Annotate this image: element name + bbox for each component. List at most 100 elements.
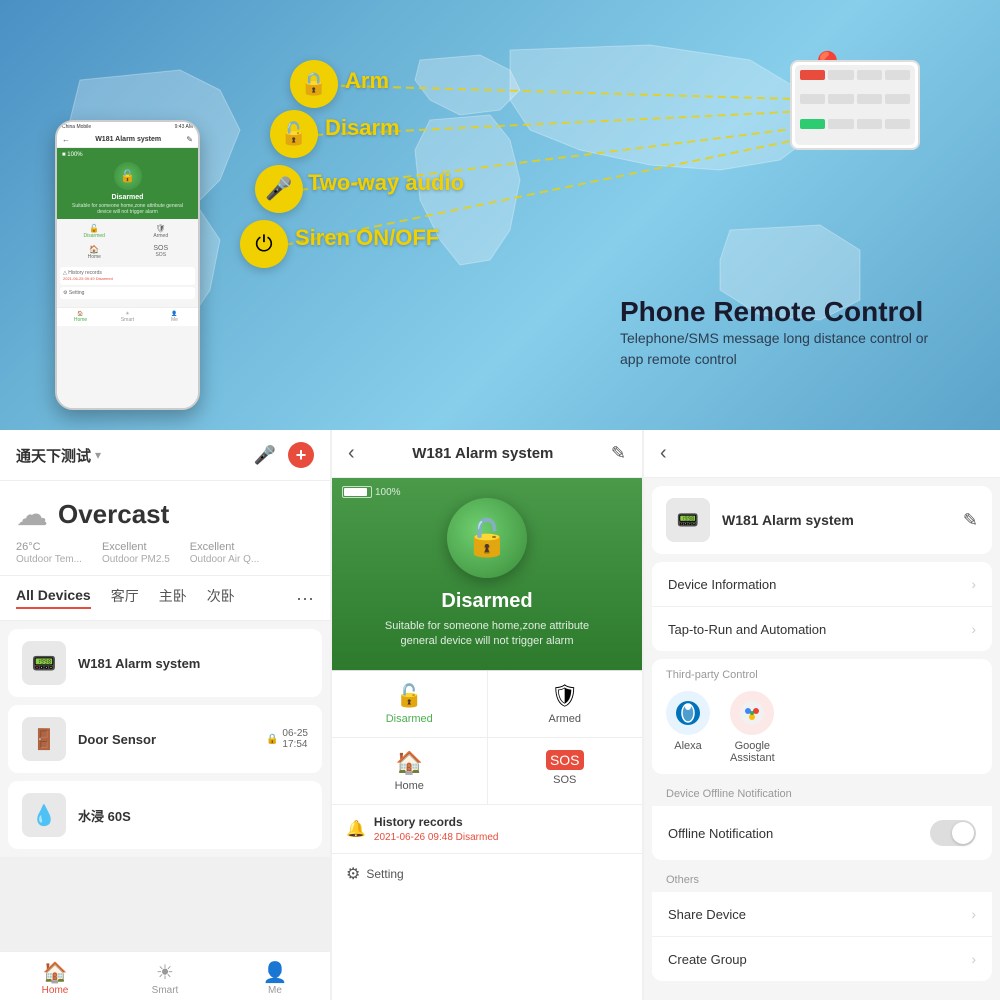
door-device-info: Door Sensor bbox=[78, 732, 254, 747]
phone-title: W181 Alarm system bbox=[95, 136, 161, 143]
offline-notification-label: Offline Notification bbox=[668, 826, 773, 841]
add-button[interactable]: + bbox=[288, 442, 314, 468]
google-assistant-icon bbox=[730, 691, 774, 735]
nav-smart[interactable]: ☀Smart bbox=[110, 960, 220, 996]
arm-label: Arm bbox=[345, 68, 389, 94]
hero-section: China Mobile9:43 AM ← W181 Alarm system … bbox=[0, 0, 1000, 430]
create-group-item[interactable]: Create Group › bbox=[652, 937, 992, 981]
app-name-chevron: ▾ bbox=[95, 448, 101, 462]
app-name-container[interactable]: 通天下测试 ▾ bbox=[16, 445, 101, 466]
third-party-section: Third-party Control Alexa bbox=[652, 659, 992, 774]
back-button-right[interactable]: ‹ bbox=[660, 442, 667, 464]
mic-icon[interactable]: 🎤 bbox=[254, 445, 276, 466]
hero-subtitle: Telephone/SMS message long distance cont… bbox=[620, 328, 940, 370]
door-device-name: Door Sensor bbox=[78, 732, 254, 747]
disarmed-ctrl-icon: 🔓 bbox=[396, 683, 423, 709]
device-info-arrow: › bbox=[971, 576, 976, 592]
phone-battery: ■ 100% 🔓 Disarmed Suitable for someone h… bbox=[57, 148, 198, 219]
siren-label: Siren ON/OFF bbox=[295, 225, 439, 251]
ctrl-sos[interactable]: SOS SOS bbox=[488, 738, 643, 804]
door-device-icon: 🚪 bbox=[22, 717, 66, 761]
notification-section: Device Offline Notification Offline Noti… bbox=[652, 782, 992, 860]
left-panel: 通天下测试 ▾ 🎤 + ☁ Overcast 26°C Outdoor Tem.… bbox=[0, 430, 330, 1000]
audio-label: Two-way audio bbox=[308, 170, 464, 196]
device-card-alarm[interactable]: 📟 W181 Alarm system bbox=[8, 629, 322, 697]
audio-icon: 🎤 bbox=[255, 165, 303, 213]
phone-header: ← W181 Alarm system ✎ bbox=[57, 132, 198, 148]
phone-history: △ History records 2021-06-25 09:49 Disar… bbox=[60, 267, 195, 285]
offline-notification-item[interactable]: Offline Notification bbox=[652, 806, 992, 860]
sos-ctrl-icon: SOS bbox=[546, 750, 584, 770]
phone-ctrl-sos: SOSSOS bbox=[129, 243, 194, 262]
disarm-icon: 🔓 bbox=[270, 110, 318, 158]
phone-setting: ⚙ Setting bbox=[60, 287, 195, 299]
share-device-item[interactable]: Share Device › bbox=[652, 892, 992, 937]
tab-all-devices[interactable]: All Devices bbox=[16, 587, 91, 609]
weather-temp: 26°C Outdoor Tem... bbox=[16, 541, 82, 565]
me-nav-icon: 👤 bbox=[220, 960, 330, 985]
weather-section: ☁ Overcast 26°C Outdoor Tem... Excellent… bbox=[0, 481, 330, 576]
water-device-info: 水浸 60S bbox=[78, 806, 308, 825]
ctrl-armed[interactable]: 🛡 Armed bbox=[488, 671, 643, 737]
setting-label: Setting bbox=[366, 867, 403, 881]
back-button-mid[interactable]: ‹ bbox=[348, 442, 355, 465]
phone-ctrl-home: 🏠Home bbox=[62, 243, 127, 262]
create-group-arrow: › bbox=[971, 951, 976, 967]
right-panel-header: ‹ bbox=[644, 430, 1000, 478]
device-info-label: Device Information bbox=[668, 577, 776, 592]
alarm-setting[interactable]: ⚙ Setting bbox=[332, 853, 642, 894]
weather-label: Overcast bbox=[58, 499, 169, 530]
device-list: 📟 W181 Alarm system 🚪 Door Sensor 🔒06-25… bbox=[0, 621, 330, 857]
device-image bbox=[790, 60, 920, 150]
phone-ctrl-disarmed: 🔓Disarmed bbox=[62, 222, 127, 241]
device-info-edit-icon[interactable]: ✎ bbox=[963, 510, 978, 531]
ctrl-disarmed[interactable]: 🔓 Disarmed bbox=[332, 671, 487, 737]
alexa-icon bbox=[666, 691, 710, 735]
alarm-circle: 🔓 bbox=[447, 498, 527, 578]
battery-label: 100% bbox=[375, 487, 401, 498]
more-rooms-icon[interactable]: ··· bbox=[296, 588, 314, 609]
ctrl-home[interactable]: 🏠 Home bbox=[332, 738, 487, 804]
battery-bar bbox=[342, 486, 372, 498]
nav-me[interactable]: 👤Me bbox=[220, 960, 330, 996]
google-assistant-item[interactable]: GoogleAssistant bbox=[730, 691, 775, 764]
settings-item-automation[interactable]: Tap-to-Run and Automation › bbox=[652, 607, 992, 651]
others-header: Others bbox=[652, 868, 992, 892]
history-time: 2021-06-26 09:48 Disarmed bbox=[374, 832, 499, 843]
edit-button-mid[interactable]: ✎ bbox=[611, 443, 626, 464]
alarm-history[interactable]: 🔔 History records 2021-06-26 09:48 Disar… bbox=[332, 804, 642, 853]
notification-header: Device Offline Notification bbox=[652, 782, 992, 806]
alarm-device-name: W181 Alarm system bbox=[78, 656, 308, 671]
device-info-name: W181 Alarm system bbox=[722, 512, 854, 528]
third-party-title: Third-party Control bbox=[666, 669, 978, 681]
toggle-knob bbox=[952, 822, 974, 844]
tab-living-room[interactable]: 客厅 bbox=[111, 586, 139, 610]
settings-item-device-info[interactable]: Device Information › bbox=[652, 562, 992, 607]
mid-title: W181 Alarm system bbox=[412, 445, 553, 462]
alarm-status: Disarmed bbox=[441, 590, 532, 613]
device-info-card: 📟 W181 Alarm system ✎ bbox=[652, 486, 992, 554]
bottom-panels: 通天下测试 ▾ 🎤 + ☁ Overcast 26°C Outdoor Tem.… bbox=[0, 430, 1000, 1000]
phone-controls: 🔓Disarmed 🛡Armed 🏠Home SOSSOS bbox=[57, 219, 198, 265]
door-device-badge: 🔒06-2517:54 bbox=[266, 728, 308, 750]
device-card-door[interactable]: 🚪 Door Sensor 🔒06-2517:54 bbox=[8, 705, 322, 773]
sos-ctrl-label: SOS bbox=[553, 774, 576, 786]
device-info-icon: 📟 bbox=[666, 498, 710, 542]
nav-home[interactable]: 🏠Home bbox=[0, 960, 110, 996]
weather-stats: 26°C Outdoor Tem... Excellent Outdoor PM… bbox=[16, 541, 314, 565]
alexa-label: Alexa bbox=[674, 740, 702, 752]
tab-master-bedroom[interactable]: 主卧 bbox=[159, 586, 187, 610]
automation-label: Tap-to-Run and Automation bbox=[668, 622, 826, 637]
alexa-item[interactable]: Alexa bbox=[666, 691, 710, 764]
home-ctrl-icon: 🏠 bbox=[396, 750, 423, 776]
devices-header: All Devices 客厅 主卧 次卧 ··· bbox=[0, 576, 330, 621]
disarm-label: Disarm bbox=[325, 115, 400, 141]
armed-ctrl-icon: 🛡 bbox=[551, 683, 579, 709]
armed-ctrl-label: Armed bbox=[549, 713, 581, 725]
right-panel: ‹ 📟 W181 Alarm system ✎ Device Informati… bbox=[644, 430, 1000, 1000]
device-card-water[interactable]: 💧 水浸 60S bbox=[8, 781, 322, 849]
phone-ctrl-armed: 🛡Armed bbox=[129, 222, 194, 241]
tab-bedroom[interactable]: 次卧 bbox=[207, 586, 235, 610]
offline-notification-toggle[interactable] bbox=[930, 820, 976, 846]
weather-pm25: Excellent Outdoor PM2.5 bbox=[102, 541, 170, 565]
